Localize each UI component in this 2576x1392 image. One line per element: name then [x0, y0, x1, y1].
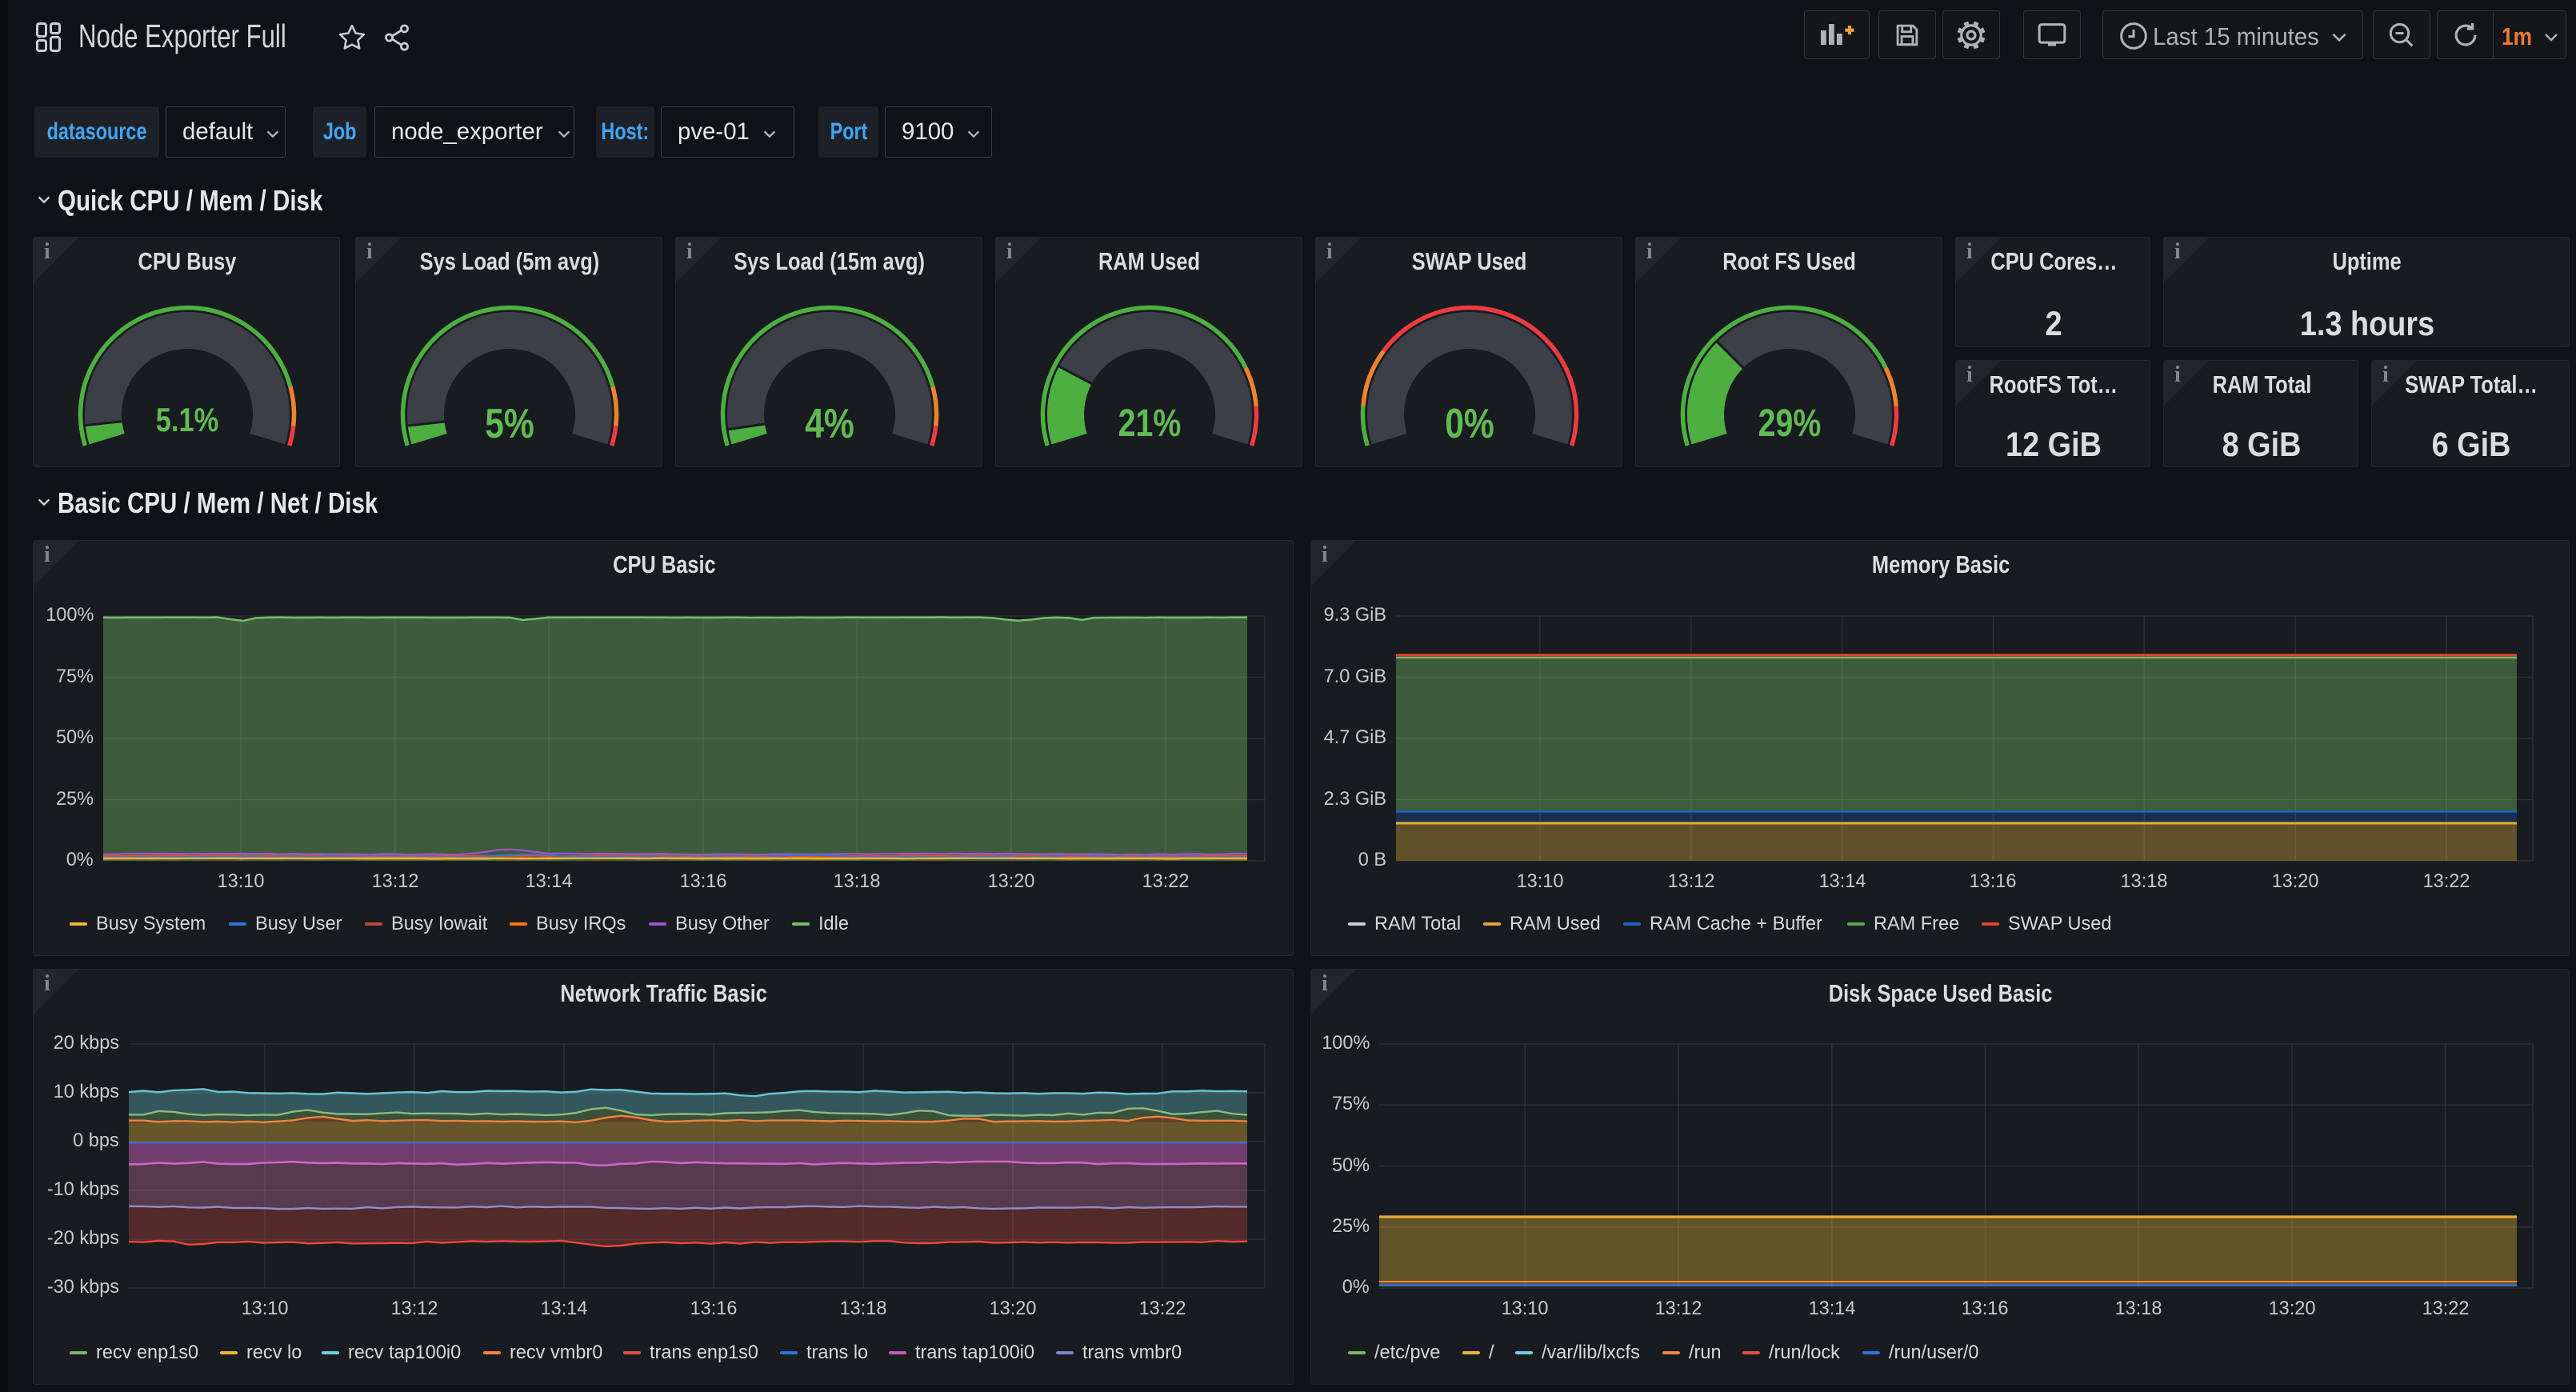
svg-text:2: 2	[2045, 304, 2062, 343]
svg-text:5.1%: 5.1%	[156, 402, 218, 439]
svg-text:8 GiB: 8 GiB	[2222, 425, 2302, 464]
svg-text:1.3 hours: 1.3 hours	[2300, 304, 2434, 343]
svg-text:6 GiB: 6 GiB	[2432, 425, 2511, 464]
svg-text:29%: 29%	[1758, 402, 1822, 445]
svg-text:5%: 5%	[485, 401, 534, 447]
svg-text:0%: 0%	[1445, 401, 1494, 447]
svg-text:21%: 21%	[1118, 402, 1182, 445]
svg-text:12 GiB: 12 GiB	[2006, 425, 2102, 464]
svg-text:4%: 4%	[805, 401, 854, 447]
